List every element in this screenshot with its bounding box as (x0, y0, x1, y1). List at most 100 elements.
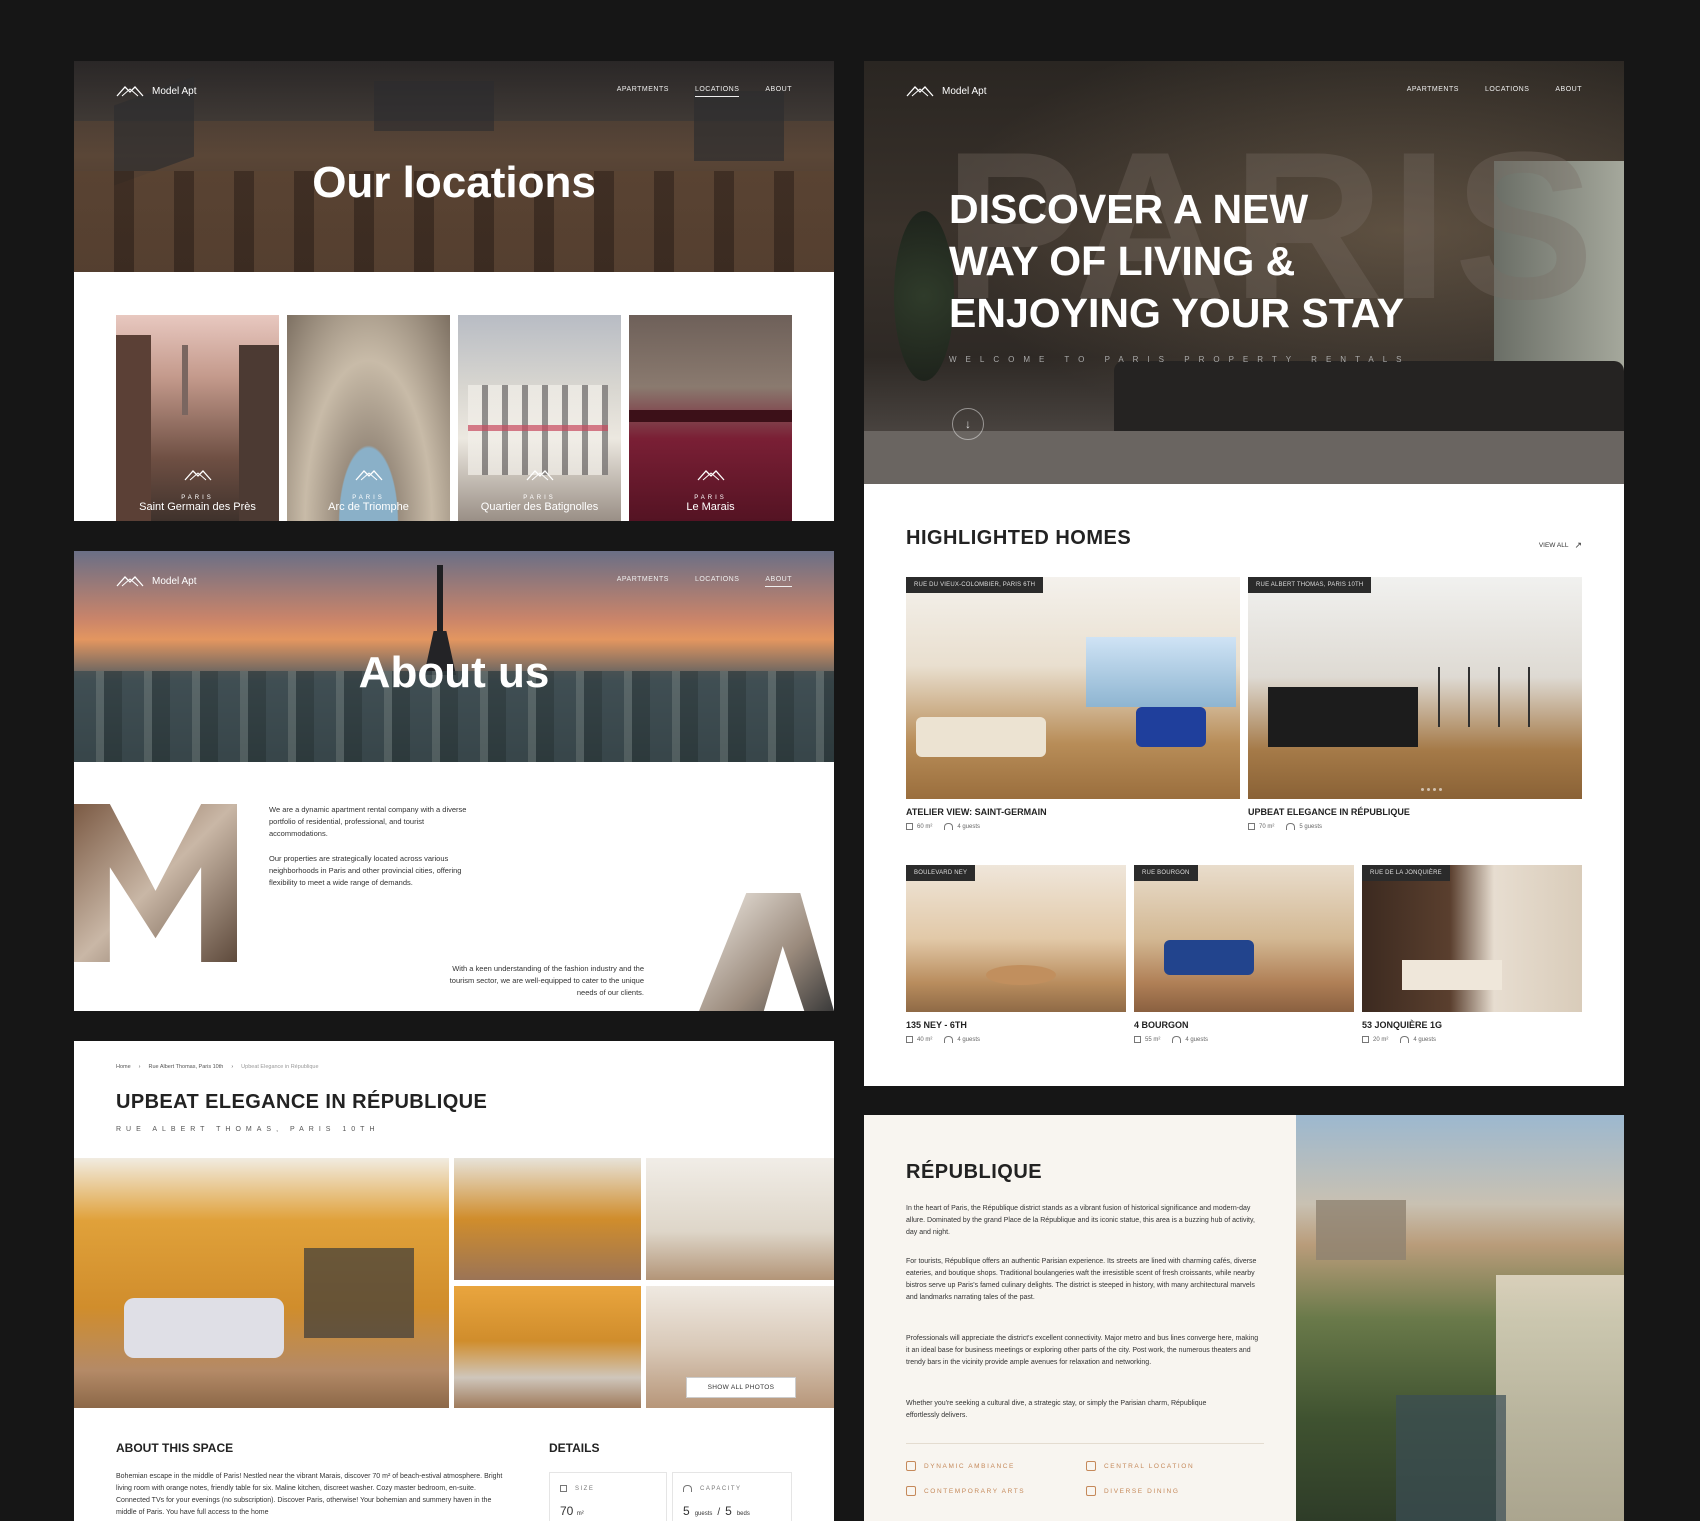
home-image: RUE ALBERT THOMAS, PARIS 10TH (1248, 577, 1582, 799)
home-title: 4 BOURGON (1134, 1020, 1189, 1030)
letter-a-graphic: A (699, 893, 834, 1011)
hero-headline-line-3: ENJOYING YOUR STAY (949, 290, 1404, 336)
gallery-photo-2[interactable] (454, 1158, 641, 1280)
home-tag: BOULEVARD NEY (906, 865, 976, 881)
home-tag: RUE DE LA JONQUIÈRE (1362, 865, 1450, 881)
home-image: BOULEVARD NEY (906, 865, 1126, 1012)
scroll-down-button[interactable]: ↓ (952, 408, 984, 440)
size-box: SIZE 70 m² (549, 1472, 667, 1521)
size-icon (906, 1036, 913, 1043)
location-card-batignolles[interactable]: PARIS Quartier des Batignolles (458, 315, 621, 521)
breadcrumb: Home › Rue Albert Thomas, Paris 10th › U… (116, 1064, 319, 1070)
nav-about[interactable]: ABOUT (1555, 86, 1582, 96)
home-card-atelier[interactable]: RUE DU VIEUX-COLOMBIER, PARIS 6TH ATELIE… (906, 577, 1240, 830)
locations-panel: Model Apt APARTMENTS LOCATIONS ABOUT Our… (74, 61, 834, 521)
gallery-photo-5[interactable]: SHOW ALL PHOTOS (646, 1286, 834, 1408)
nav-menu: APARTMENTS LOCATIONS ABOUT (617, 86, 792, 97)
location-mark-icon (355, 470, 382, 481)
location-name: Le Marais (686, 501, 735, 513)
breadcrumb-location[interactable]: Rue Albert Thomas, Paris 10th (149, 1064, 224, 1070)
feature-dynamic-ambiance: DYNAMIC AMBIANCE (906, 1461, 1015, 1471)
location-mark-icon (184, 470, 211, 481)
hero-headline: DISCOVER A NEW WAY OF LIVING & ENJOYING … (949, 183, 1404, 339)
home-card-135-ney[interactable]: BOULEVARD NEY 135 NEY - 6TH 40 m² 4 gues… (906, 865, 1126, 1043)
ambiance-icon (906, 1461, 916, 1471)
location-pin-icon (1086, 1461, 1096, 1471)
gallery-photo-3[interactable] (646, 1158, 834, 1280)
capacity-label: CAPACITY (700, 1485, 742, 1492)
home-size: 40 m² (917, 1036, 933, 1043)
home-tag: RUE ALBERT THOMAS, PARIS 10TH (1248, 577, 1372, 593)
home-guests: 4 guests (957, 823, 981, 830)
detail-panel: Home › Rue Albert Thomas, Paris 10th › U… (74, 1041, 834, 1521)
size-icon (1248, 823, 1255, 830)
nav-apartments[interactable]: APARTMENTS (617, 86, 669, 97)
size-icon (560, 1485, 567, 1492)
nav-locations[interactable]: LOCATIONS (1485, 86, 1529, 96)
nav-apartments[interactable]: APARTMENTS (1407, 86, 1459, 96)
size-icon (1362, 1036, 1369, 1043)
home-size: 55 m² (1145, 1036, 1161, 1043)
home-guests: 4 guests (1185, 1036, 1209, 1043)
nav-about[interactable]: ABOUT (765, 576, 792, 587)
slash-separator: / (717, 1507, 721, 1518)
nav-locations[interactable]: LOCATIONS (694, 86, 740, 97)
gallery-main-photo[interactable] (74, 1158, 449, 1408)
guests-icon (944, 1036, 954, 1043)
size-value: 70 (560, 1504, 574, 1518)
nav-apartments[interactable]: APARTMENTS (617, 576, 669, 587)
breadcrumb-current: Upbeat Elegance in République (241, 1064, 319, 1070)
home-guests: 5 guests (1299, 823, 1323, 830)
about-space-text: Bohemian escape in the middle of Paris! … (116, 1473, 503, 1516)
size-unit: m² (576, 1511, 584, 1517)
carousel-dots[interactable] (1421, 788, 1442, 791)
brand-name: Model Apt (152, 575, 197, 587)
location-mark-icon (697, 470, 724, 481)
brand-logo[interactable]: Model Apt (116, 575, 196, 587)
home-meta: 20 m² 4 guests (1362, 1036, 1582, 1043)
location-card-saint-germain[interactable]: PARIS Saint Germain des Près (116, 315, 279, 521)
chevron-right-icon: › (231, 1064, 234, 1070)
district-para-1: In the heart of Paris, the République di… (906, 1205, 1255, 1236)
breadcrumb-home[interactable]: Home (116, 1064, 131, 1070)
home-guests: 4 guests (1413, 1036, 1437, 1043)
feature-label: CENTRAL LOCATION (1104, 1462, 1195, 1470)
view-all-link[interactable]: VIEW ALL ↗ (1539, 540, 1582, 551)
location-mark-icon (526, 470, 553, 481)
nav-menu: APARTMENTS LOCATIONS ABOUT (1407, 86, 1582, 96)
home-size: 60 m² (917, 823, 933, 830)
home-title: ATELIER VIEW: SAINT-GERMAIN (906, 807, 1047, 817)
location-card-arc-de-triomphe[interactable]: PARIS Arc de Triomphe (287, 315, 450, 521)
gallery-photo-4[interactable] (454, 1286, 641, 1408)
location-name: Quartier des Batignolles (480, 501, 599, 513)
guests-icon (1400, 1036, 1410, 1043)
home-card-53-jonquiere[interactable]: RUE DE LA JONQUIÈRE 53 JONQUIÈRE 1G 20 m… (1362, 865, 1582, 1043)
home-card-upbeat-elegance[interactable]: RUE ALBERT THOMAS, PARIS 10TH UPBEAT ELE… (1248, 577, 1582, 830)
brand-logo[interactable]: Model Apt (906, 85, 986, 97)
view-all-label: VIEW ALL (1538, 542, 1569, 549)
home-guests: 4 guests (957, 1036, 981, 1043)
home-image: RUE DU VIEUX-COLOMBIER, PARIS 6TH (906, 577, 1240, 799)
size-icon (1134, 1036, 1141, 1043)
section-title: HIGHLIGHTED HOMES (906, 527, 1132, 549)
feature-contemporary-arts: CONTEMPORARY ARTS (906, 1486, 1025, 1496)
nav-menu: APARTMENTS LOCATIONS ABOUT (617, 576, 792, 587)
show-all-photos-button[interactable]: SHOW ALL PHOTOS (686, 1377, 796, 1398)
arrow-down-icon: ↓ (965, 417, 971, 431)
home-meta: 55 m² 4 guests (1134, 1036, 1354, 1043)
logo-icon (116, 86, 144, 97)
guests-icon (683, 1485, 692, 1492)
district-panel: RÉPUBLIQUE In the heart of Paris, the Ré… (864, 1115, 1624, 1521)
about-navbar: Model Apt APARTMENTS LOCATIONS ABOUT (74, 551, 834, 611)
location-name: Arc de Triomphe (328, 501, 409, 513)
nav-locations[interactable]: LOCATIONS (695, 576, 739, 587)
nav-about[interactable]: ABOUT (765, 86, 792, 97)
divider (906, 1443, 1264, 1444)
location-card-le-marais[interactable]: PARIS Le Marais (629, 315, 792, 521)
about-para-3: With a keen understanding of the fashion… (449, 964, 644, 997)
home-size: 70 m² (1259, 823, 1275, 830)
brand-name: Model Apt (942, 85, 987, 97)
brand-logo[interactable]: Model Apt (116, 85, 196, 97)
home-card-4-bourgon[interactable]: RUE BOURGON 4 BOURGON 55 m² 4 guests (1134, 865, 1354, 1043)
apartment-title: UPBEAT ELEGANCE IN RÉPUBLIQUE (116, 1091, 488, 1113)
